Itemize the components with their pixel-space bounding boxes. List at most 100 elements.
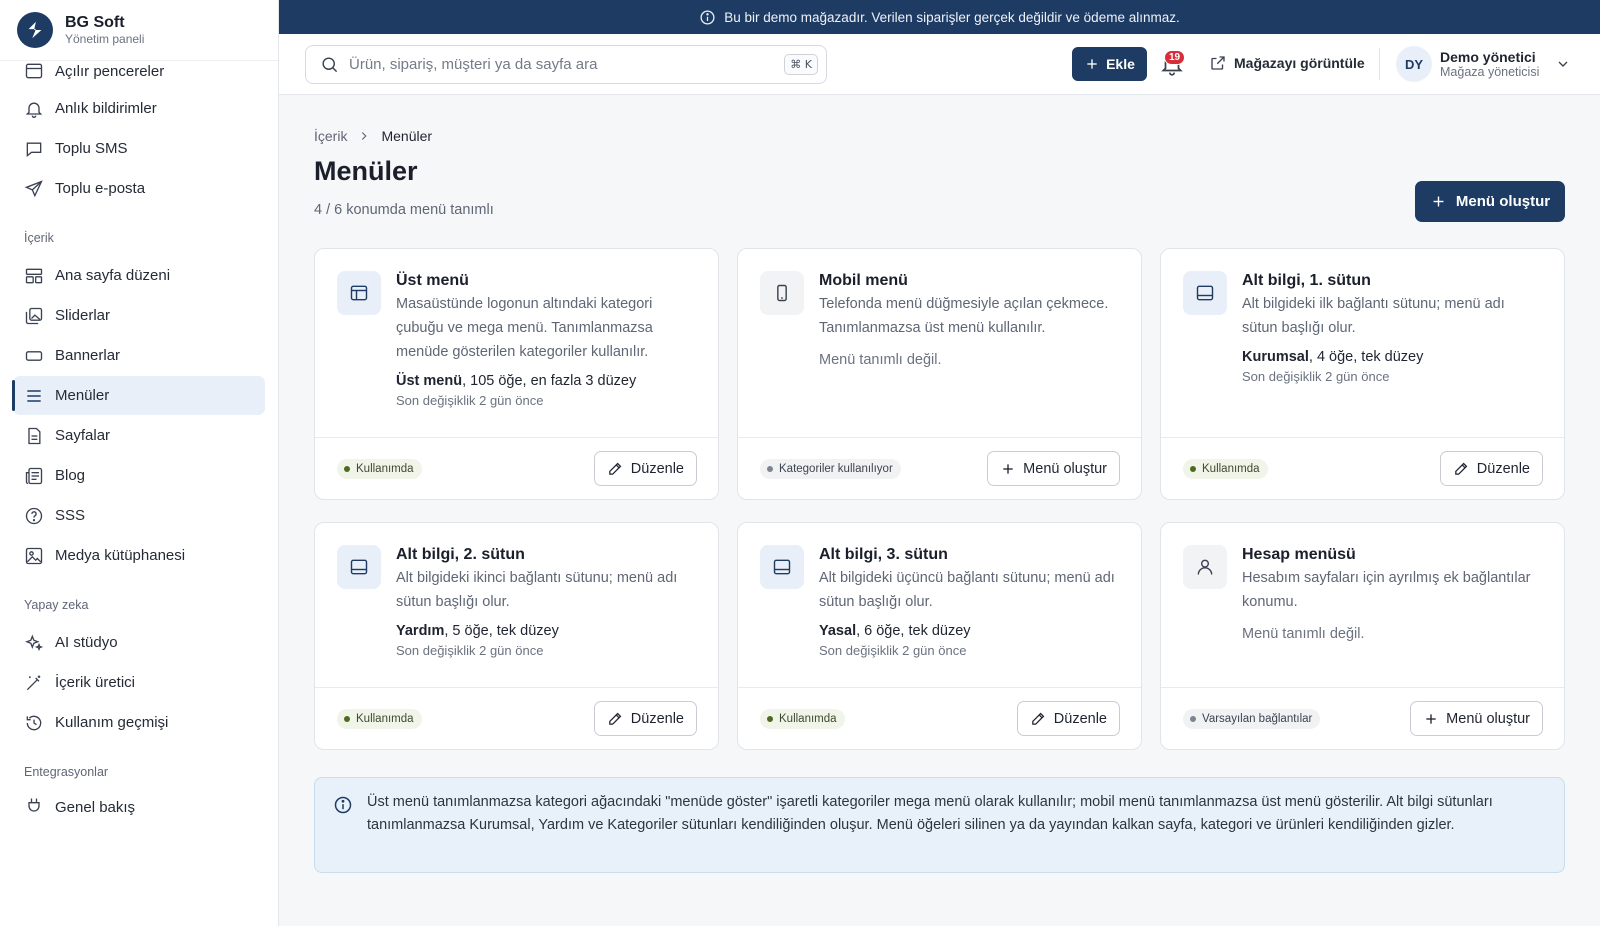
create-menu-label: Menü oluştur: [1455, 193, 1551, 210]
breadcrumb-parent-link[interactable]: İçerik: [314, 128, 347, 144]
info-icon: [334, 796, 352, 814]
top-bar: ⌘ K Ekle 19 Mağazayı görüntüle DY Demo y…: [279, 34, 1600, 95]
card-last-modified: Son değişiklik 2 gün önce: [819, 643, 967, 658]
sidebar-item-label: Toplu SMS: [55, 140, 128, 157]
sidebar-item-label: Toplu e-posta: [55, 180, 146, 197]
sidebar-item-label: SSS: [55, 507, 86, 524]
sidebar-item-label: Sayfalar: [55, 427, 111, 444]
status-badge: Kullanımda: [337, 458, 422, 479]
card-menu-detail: , 105 öğe, en fazla 3 düzey: [462, 373, 637, 389]
card-menu-name: Üst menü: [396, 373, 463, 389]
sidebar-item-usage-history[interactable]: Kullanım geçmişi: [13, 703, 265, 742]
edit-button-label: Düzenle: [630, 710, 684, 727]
sidebar-item-menus[interactable]: Menüler: [12, 376, 265, 415]
card-title: Alt bilgi, 1. sütun: [1242, 272, 1371, 289]
pencil-icon: [608, 462, 622, 475]
sidebar-item-label: Blog: [55, 467, 86, 484]
edit-button[interactable]: Düzenle: [1439, 451, 1543, 486]
sidebar-item-popups[interactable]: Açılır pencereler: [13, 54, 265, 88]
sidebar-item-label: AI stüdyo: [55, 634, 118, 651]
card-last-modified: Son değişiklik 2 gün önce: [396, 643, 544, 658]
section-content-heading: İçerik: [24, 231, 54, 245]
section-ai-heading: Yapay zeka: [24, 598, 89, 612]
sparkles-icon: [25, 633, 44, 651]
image-icon: [25, 547, 43, 564]
sidebar-item-content-generator[interactable]: İçerik üretici: [13, 663, 265, 702]
user-name: Demo yönetici: [1440, 48, 1536, 65]
card-title: Alt bilgi, 3. sütun: [819, 546, 948, 563]
file-icon: [28, 427, 41, 444]
create-menu-card-button[interactable]: Menü oluştur: [987, 451, 1120, 486]
sidebar-item-overview[interactable]: Genel bakış: [13, 788, 265, 816]
card-last-modified: Son değişiklik 2 gün önce: [1242, 369, 1390, 384]
wand-icon: [26, 675, 41, 690]
card-menu-info: Yardım, 5 öğe, tek düzey: [396, 621, 698, 641]
plus-icon: [1003, 463, 1013, 474]
sidebar-item-sms[interactable]: Toplu SMS: [13, 129, 265, 168]
sidebar-item-banners[interactable]: Bannerlar: [13, 336, 265, 375]
create-menu-card-button[interactable]: Menü oluştur: [1410, 701, 1543, 736]
status-badge: Kullanımda: [337, 708, 422, 729]
search-input[interactable]: [349, 56, 769, 73]
status-badge: Kullanımda: [1183, 458, 1268, 479]
edit-button-label: Düzenle: [630, 460, 684, 477]
edit-button-label: Düzenle: [1476, 460, 1530, 477]
footer-panel-icon: [1183, 271, 1227, 315]
card-menu-name: Kurumsal: [1242, 349, 1309, 365]
card-menu-detail: , 4 öğe, tek düzey: [1308, 349, 1424, 365]
sidebar-item-blog[interactable]: Blog: [13, 456, 265, 495]
plug-icon: [28, 798, 40, 812]
menu-card-mobile: Mobil menü Telefonda menü düğmesiyle açı…: [737, 248, 1142, 500]
sidebar-item-email[interactable]: Toplu e-posta: [13, 169, 265, 208]
plus-icon: [1426, 713, 1436, 724]
page-title: Menüler: [314, 156, 418, 186]
demo-banner-text: Bu bir demo mağazadır. Verilen siparişle…: [724, 9, 1180, 25]
brand[interactable]: BG Soft Yönetim paneli: [0, 0, 278, 61]
pencil-icon: [1031, 712, 1045, 725]
plus-icon: [1433, 196, 1444, 207]
sidebar-item-sliders[interactable]: Sliderlar: [13, 296, 265, 335]
add-button[interactable]: Ekle: [1072, 47, 1147, 81]
edit-button[interactable]: Düzenle: [593, 701, 697, 736]
search-box[interactable]: ⌘ K: [305, 45, 827, 84]
card-last-modified: Son değişiklik 2 gün önce: [396, 393, 544, 408]
create-menu-card-label: Menü oluştur: [1446, 710, 1530, 727]
page-subtitle: 4 / 6 konumda menü tanımlı: [314, 202, 494, 218]
card-title: Hesap menüsü: [1242, 546, 1356, 563]
sidebar-item-label: Menüler: [55, 387, 110, 404]
status-badge: Kullanımda: [760, 708, 845, 729]
sidebar-item-ai-studio[interactable]: AI stüdyo: [13, 623, 265, 662]
sidebar-item-faq[interactable]: SSS: [13, 496, 265, 535]
sidebar-item-label: Anlık bildirimler: [55, 100, 157, 117]
edit-button[interactable]: Düzenle: [593, 451, 697, 486]
status-badge: Kategoriler kullanılıyor: [760, 458, 901, 479]
card-menu-info: Üst menü, 105 öğe, en fazla 3 düzey: [396, 371, 698, 391]
user-menu[interactable]: DY Demo yönetici Mağaza yöneticisi: [1396, 46, 1571, 82]
card-title: Alt bilgi, 2. sütun: [396, 546, 525, 563]
sidebar-item-homepage-layout[interactable]: Ana sayfa düzeni: [13, 256, 265, 295]
sidebar-item-media[interactable]: Medya kütüphanesi: [13, 536, 265, 575]
sidebar-nav: Açılır pencereler Anlık bildirimler Topl…: [0, 54, 278, 816]
sidebar-item-label: Bannerlar: [55, 347, 121, 364]
section-integrations-heading: Entegrasyonlar: [24, 765, 109, 779]
pencil-icon: [1454, 462, 1468, 475]
card-description: Alt bilgideki üçüncü bağlantı sütunu; me…: [819, 570, 1115, 610]
sidebar-item-push[interactable]: Anlık bildirimler: [13, 89, 265, 128]
brand-name: BG Soft: [65, 13, 125, 31]
card-empty-state: Menü tanımlı değil.: [1242, 626, 1365, 642]
info-note-text: Üst menü tanımlanmazsa kategori ağacında…: [367, 794, 1493, 833]
card-description: Alt bilgideki ilk bağlantı sütunu; menü …: [1242, 296, 1505, 336]
create-menu-button[interactable]: Menü oluştur: [1415, 181, 1565, 222]
sidebar-item-pages[interactable]: Sayfalar: [13, 416, 265, 455]
search-shortcut: ⌘ K: [784, 54, 818, 75]
status-badge-label: Kullanımda: [356, 712, 414, 725]
info-icon: [700, 9, 715, 25]
view-store-link[interactable]: Mağazayı görüntüle: [1209, 54, 1365, 72]
browser-window-icon: [337, 271, 381, 315]
edit-button[interactable]: Düzenle: [1016, 701, 1120, 736]
images-icon: [25, 307, 43, 324]
sidebar-item-label: Kullanım geçmişi: [55, 714, 169, 731]
newspaper-icon: [25, 467, 43, 484]
notifications-count-badge: 19: [1164, 50, 1186, 65]
card-menu-name: Yasal: [819, 623, 857, 639]
